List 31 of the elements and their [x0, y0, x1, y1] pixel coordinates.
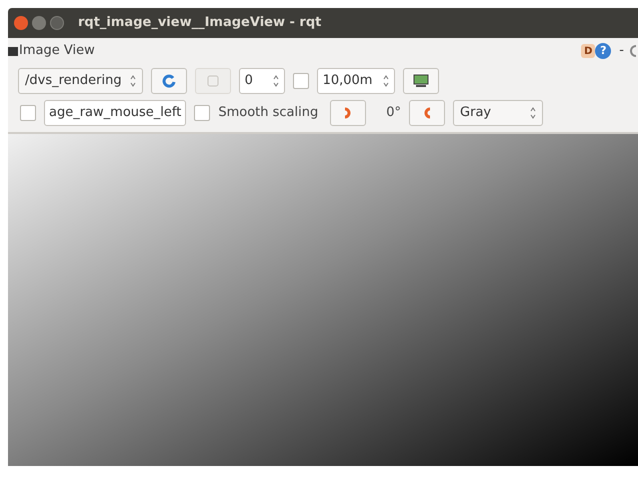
spin-arrows-icon[interactable] [530, 106, 536, 120]
smooth-checkbox[interactable] [194, 105, 210, 121]
help-icon[interactable]: ? [595, 43, 612, 59]
save-icon [206, 75, 219, 87]
rotate-left-button[interactable] [409, 100, 446, 126]
maximize-icon[interactable] [50, 16, 64, 30]
topic-dropdown[interactable]: /dvs_rendering [18, 68, 143, 94]
number-spinbox[interactable]: 0 [238, 68, 285, 94]
mouse-topic-field[interactable]: age_raw_mouse_left [44, 100, 186, 126]
debug-button[interactable]: D [581, 44, 596, 58]
close-icon[interactable] [14, 16, 28, 30]
refresh-button[interactable] [150, 68, 187, 94]
timeout-checkbox[interactable] [292, 73, 309, 89]
refresh-icon [162, 74, 176, 88]
partial-icon[interactable] [630, 45, 636, 57]
rotation-label: 0° [386, 104, 402, 122]
minimize-icon[interactable] [32, 16, 46, 30]
window-icon [8, 46, 18, 56]
duration-spinbox[interactable]: 10,00m [316, 68, 395, 94]
spin-arrows-icon[interactable] [272, 74, 279, 88]
spin-arrows-icon[interactable] [130, 74, 136, 88]
color-scheme-dropdown[interactable]: Gray [453, 100, 544, 126]
dash-text[interactable]: - [619, 41, 624, 61]
monitor-icon [412, 74, 429, 88]
window-title: rqt_image_view__ImageView - rqt [78, 14, 322, 32]
mouse-checkbox[interactable] [20, 105, 36, 121]
spin-arrows-icon[interactable] [382, 74, 389, 88]
rotate-right-button[interactable] [330, 100, 366, 126]
image-button[interactable] [402, 68, 439, 94]
plugin-title: Image View [19, 42, 95, 60]
smooth-label: Smooth scaling [218, 104, 318, 122]
